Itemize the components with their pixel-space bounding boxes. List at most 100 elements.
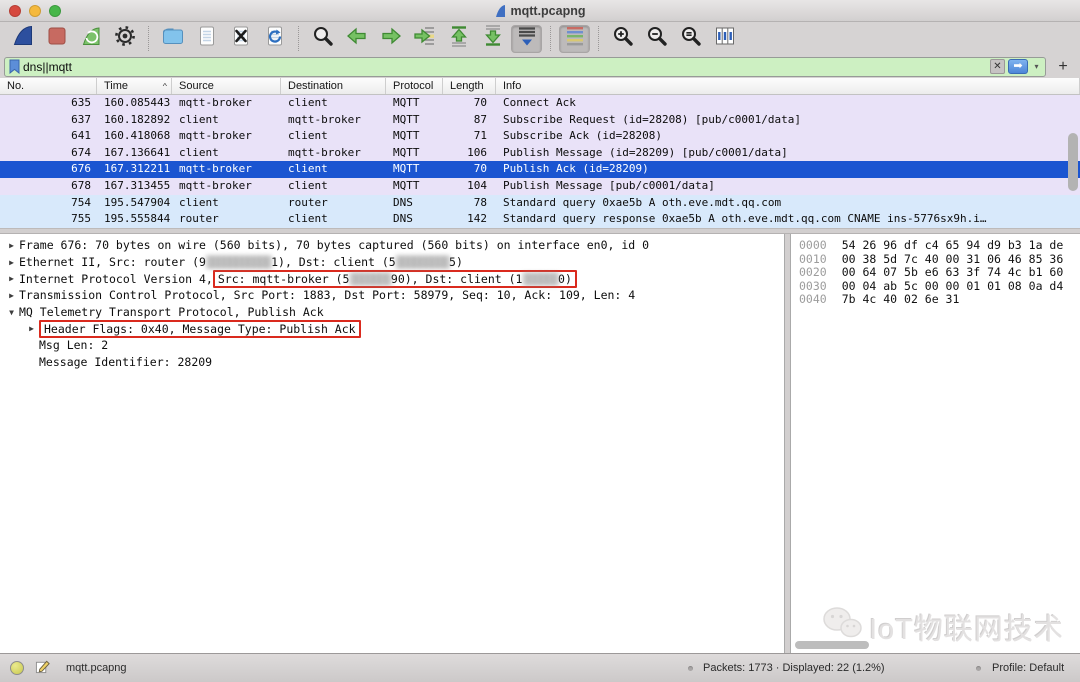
display-filter-field[interactable]: ✕ ➡ ▾ (4, 57, 1046, 77)
cell-src: client (172, 112, 281, 129)
detail-line[interactable]: ▶Transmission Control Protocol, Src Port… (0, 287, 784, 304)
filter-history-dropdown[interactable]: ▾ (1031, 62, 1042, 71)
column-header-info[interactable]: Info (496, 78, 1080, 94)
cell-no: 637 (0, 112, 97, 129)
close-window-button[interactable] (9, 5, 21, 17)
cell-dst: client (281, 211, 386, 228)
toolbar-separator (148, 26, 149, 51)
capture-options-button[interactable] (109, 25, 140, 53)
go-last-icon (481, 24, 505, 53)
cell-no: 635 (0, 95, 97, 112)
expand-arrow-icon[interactable]: ▶ (24, 324, 39, 333)
detail-line[interactable]: Msg Len: 2 (0, 337, 784, 354)
packet-list-scrollbar[interactable] (1068, 133, 1078, 191)
packet-row[interactable]: 635160.085443mqtt-brokerclientMQTT70Conn… (0, 95, 1080, 112)
column-header-length[interactable]: Length (443, 78, 496, 94)
stop-capture-button[interactable] (41, 25, 72, 53)
reload-file-button[interactable] (259, 25, 290, 53)
column-header-destination[interactable]: Destination (281, 78, 386, 94)
find-packet-icon (311, 24, 335, 53)
packet-bytes-pane: 000054 26 96 df c4 65 94 d9 b3 1a de0010… (790, 234, 1080, 653)
column-header-protocol[interactable]: Protocol (386, 78, 443, 94)
packet-row[interactable]: 674167.136641clientmqtt-brokerMQTT106Pub… (0, 145, 1080, 162)
title-bar: mqtt.pcapng (0, 0, 1080, 22)
hex-bytes: 00 04 ab 5c 00 00 01 01 08 0a d4 (842, 279, 1064, 293)
column-header-time[interactable]: Time^ (97, 78, 172, 94)
expand-arrow-icon[interactable]: ▶ (4, 241, 19, 250)
expand-arrow-icon[interactable]: ▶ (4, 258, 19, 267)
cell-no: 754 (0, 195, 97, 212)
clear-filter-button[interactable]: ✕ (990, 59, 1005, 74)
filter-bookmark-icon[interactable] (9, 59, 20, 74)
zoom-in-button[interactable] (607, 25, 638, 53)
minimize-window-button[interactable] (29, 5, 41, 17)
detail-line[interactable]: ▶Frame 676: 70 bytes on wire (560 bits),… (0, 237, 784, 254)
cell-no: 674 (0, 145, 97, 162)
toolbar-separator (598, 26, 599, 51)
hex-row[interactable]: 000054 26 96 df c4 65 94 d9 b3 1a de (799, 239, 1080, 253)
cell-info: Publish Message [pub/c0001/data] (496, 178, 1080, 195)
zoom-reset-button[interactable] (675, 25, 706, 53)
column-header-no[interactable]: No. (0, 78, 97, 94)
auto-scroll-button[interactable] (511, 25, 542, 53)
expand-arrow-icon[interactable]: ▶ (4, 274, 19, 283)
hex-bytes: 54 26 96 df c4 65 94 d9 b3 1a de (842, 238, 1064, 252)
hex-bytes: 00 64 07 5b e6 63 3f 74 4c b1 60 (842, 265, 1064, 279)
highlight-red-box: Src: mqtt-broker (5▒▒▒▒▒▒▒90), Dst: clie… (213, 270, 577, 288)
go-to-packet-button[interactable] (409, 25, 440, 53)
detail-line[interactable]: ▶Header Flags: 0x40, Message Type: Publi… (0, 320, 784, 337)
profile-status[interactable]: Profile: Default (992, 662, 1064, 674)
add-filter-button-button[interactable]: + (1052, 57, 1074, 77)
packet-row[interactable]: 637160.182892clientmqtt-brokerMQTT87Subs… (0, 112, 1080, 129)
wireshark-fin-icon (495, 4, 506, 18)
packet-row[interactable]: 755195.555844routerclientDNS142Standard … (0, 211, 1080, 228)
detail-line[interactable]: Message Identifier: 28209 (0, 354, 784, 371)
resize-columns-button[interactable] (709, 25, 740, 53)
collapse-arrow-icon[interactable]: ▼ (4, 308, 19, 317)
detail-line[interactable]: ▼MQ Telemetry Transport Protocol, Publis… (0, 304, 784, 321)
capture-comment-icon[interactable] (35, 659, 50, 677)
detail-line[interactable]: ▶Internet Protocol Version 4, Src: mqtt-… (0, 270, 784, 287)
expand-arrow-icon[interactable]: ▶ (4, 291, 19, 300)
cell-dst: client (281, 95, 386, 112)
hex-horizontal-scrollbar[interactable] (795, 641, 869, 649)
packet-details-pane: ▶Frame 676: 70 bytes on wire (560 bits),… (0, 234, 785, 653)
detail-text: Message Identifier: 28209 (39, 355, 212, 369)
cell-len: 70 (443, 161, 496, 178)
packet-row[interactable]: 678167.313455mqtt-brokerclientMQTT104Pub… (0, 178, 1080, 195)
cell-time: 167.312211 (97, 161, 172, 178)
start-capture-button[interactable] (7, 25, 38, 53)
expert-info-icon[interactable] (10, 661, 24, 675)
go-first-button[interactable] (443, 25, 474, 53)
display-filter-input[interactable] (23, 60, 987, 74)
detail-line[interactable]: ▶Ethernet II, Src: router (9▒▒▒▒▒▒▒▒▒▒▒1… (0, 254, 784, 271)
column-header-source[interactable]: Source (172, 78, 281, 94)
apply-filter-button[interactable]: ➡ (1008, 59, 1028, 74)
hex-row[interactable]: 003000 04 ab 5c 00 00 01 01 08 0a d4 (799, 280, 1080, 294)
close-file-button[interactable] (225, 25, 256, 53)
cell-time: 195.555844 (97, 211, 172, 228)
packet-row[interactable]: 754195.547904clientrouterDNS78Standard q… (0, 195, 1080, 212)
zoom-window-button[interactable] (49, 5, 61, 17)
auto-scroll-icon (515, 24, 539, 53)
hex-row[interactable]: 002000 64 07 5b e6 63 3f 74 4c b1 60 (799, 266, 1080, 280)
cell-no: 678 (0, 178, 97, 195)
packet-row-selected[interactable]: 676167.312211mqtt-brokerclientMQTT70Publ… (0, 161, 1080, 178)
open-file-button[interactable] (157, 25, 188, 53)
hex-row[interactable]: 00407b 4c 40 02 6e 31 (799, 293, 1080, 307)
restart-capture-button[interactable] (75, 25, 106, 53)
go-last-button[interactable] (477, 25, 508, 53)
censored-address: ▒▒▒▒▒▒ (522, 272, 558, 286)
save-file-button[interactable] (191, 25, 222, 53)
save-file-icon (195, 24, 219, 53)
status-file-name: mqtt.pcapng (66, 662, 127, 674)
colorize-button[interactable] (559, 25, 590, 53)
go-back-button[interactable] (341, 25, 372, 53)
go-forward-button[interactable] (375, 25, 406, 53)
zoom-out-button[interactable] (641, 25, 672, 53)
find-packet-button[interactable] (307, 25, 338, 53)
hex-offset: 0010 (799, 252, 827, 266)
go-back-icon (345, 24, 369, 53)
hex-row[interactable]: 001000 38 5d 7c 40 00 31 06 46 85 36 (799, 253, 1080, 267)
packet-row[interactable]: 641160.418068mqtt-brokerclientMQTT71Subs… (0, 128, 1080, 145)
